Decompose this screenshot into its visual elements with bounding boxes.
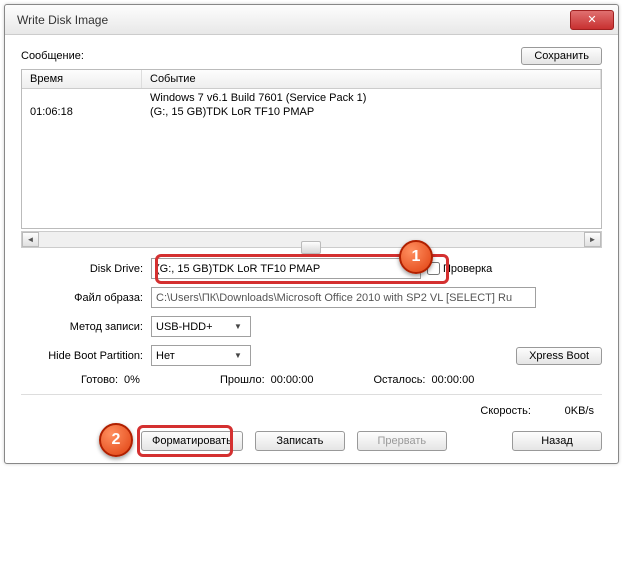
log-listview[interactable]: Время Событие Windows 7 v6.1 Build 7601 … (21, 69, 602, 229)
disk-drive-combobox[interactable]: (G:, 15 GB)TDK LoR TF10 PMAP ▼ (151, 258, 421, 279)
speed-label: Скорость: (480, 405, 531, 417)
abort-button: Прервать (357, 431, 447, 451)
log-event: Windows 7 v6.1 Build 7601 (Service Pack … (142, 92, 601, 104)
remain-label: Осталось: (373, 374, 431, 386)
col-header-time[interactable]: Время (22, 70, 142, 88)
annotation-badge-2: 2 (99, 423, 133, 457)
image-file-label: Файл образа: (21, 292, 151, 304)
verify-checkbox[interactable]: Проверка (427, 262, 492, 275)
annotation-badge-1: 1 (399, 240, 433, 274)
scroll-right-icon[interactable]: ► (584, 232, 601, 247)
log-time (22, 92, 142, 104)
image-file-field[interactable]: C:\Users\ПК\Downloads\Microsoft Office 2… (151, 287, 536, 308)
hide-boot-value: Нет (156, 350, 175, 362)
write-method-value: USB-HDD+ (156, 321, 213, 333)
log-row[interactable]: 01:06:18 (G:, 15 GB)TDK LoR TF10 PMAP (22, 105, 601, 119)
log-event: (G:, 15 GB)TDK LoR TF10 PMAP (142, 106, 601, 118)
window-title: Write Disk Image (17, 13, 570, 27)
close-icon: ✕ (587, 13, 596, 26)
xpress-boot-button[interactable]: Xpress Boot (516, 347, 602, 365)
ready-label: Готово: (81, 374, 124, 386)
close-button[interactable]: ✕ (570, 10, 614, 30)
col-header-event[interactable]: Событие (142, 70, 601, 88)
elapsed-value: 00:00:00 (271, 374, 344, 386)
ready-value: 0% (124, 374, 170, 386)
content-area: Сообщение: Сохранить Время Событие Windo… (5, 35, 618, 463)
write-button[interactable]: Записать (255, 431, 345, 451)
log-row[interactable]: Windows 7 v6.1 Build 7601 (Service Pack … (22, 91, 601, 105)
titlebar[interactable]: Write Disk Image ✕ (5, 5, 618, 35)
window-frame: Write Disk Image ✕ Сообщение: Сохранить … (4, 4, 619, 464)
log-time: 01:06:18 (22, 106, 142, 118)
speed-value: 0KB/s (534, 405, 594, 417)
scroll-left-icon[interactable]: ◄ (22, 232, 39, 247)
save-button[interactable]: Сохранить (521, 47, 602, 65)
disk-drive-value: (G:, 15 GB)TDK LoR TF10 PMAP (156, 263, 320, 275)
format-button[interactable]: Форматировать (141, 431, 243, 451)
remain-value: 00:00:00 (432, 374, 505, 386)
image-file-value: C:\Users\ПК\Downloads\Microsoft Office 2… (156, 292, 512, 304)
log-header: Время Событие (22, 70, 601, 89)
horizontal-scrollbar[interactable]: ◄ ► (21, 231, 602, 248)
message-label: Сообщение: (21, 50, 521, 62)
hide-boot-combobox[interactable]: Нет ▼ (151, 345, 251, 366)
log-body: Windows 7 v6.1 Build 7601 (Service Pack … (22, 89, 601, 121)
separator (21, 394, 602, 395)
write-method-label: Метод записи: (21, 321, 151, 333)
chevron-down-icon: ▼ (230, 351, 246, 360)
chevron-down-icon: ▼ (230, 322, 246, 331)
hide-boot-label: Hide Boot Partition: (21, 350, 151, 362)
disk-drive-label: Disk Drive: (21, 263, 151, 275)
write-method-combobox[interactable]: USB-HDD+ ▼ (151, 316, 251, 337)
back-button[interactable]: Назад (512, 431, 602, 451)
elapsed-label: Прошло: (220, 374, 271, 386)
scroll-thumb[interactable] (301, 241, 321, 254)
verify-label: Проверка (443, 263, 492, 275)
